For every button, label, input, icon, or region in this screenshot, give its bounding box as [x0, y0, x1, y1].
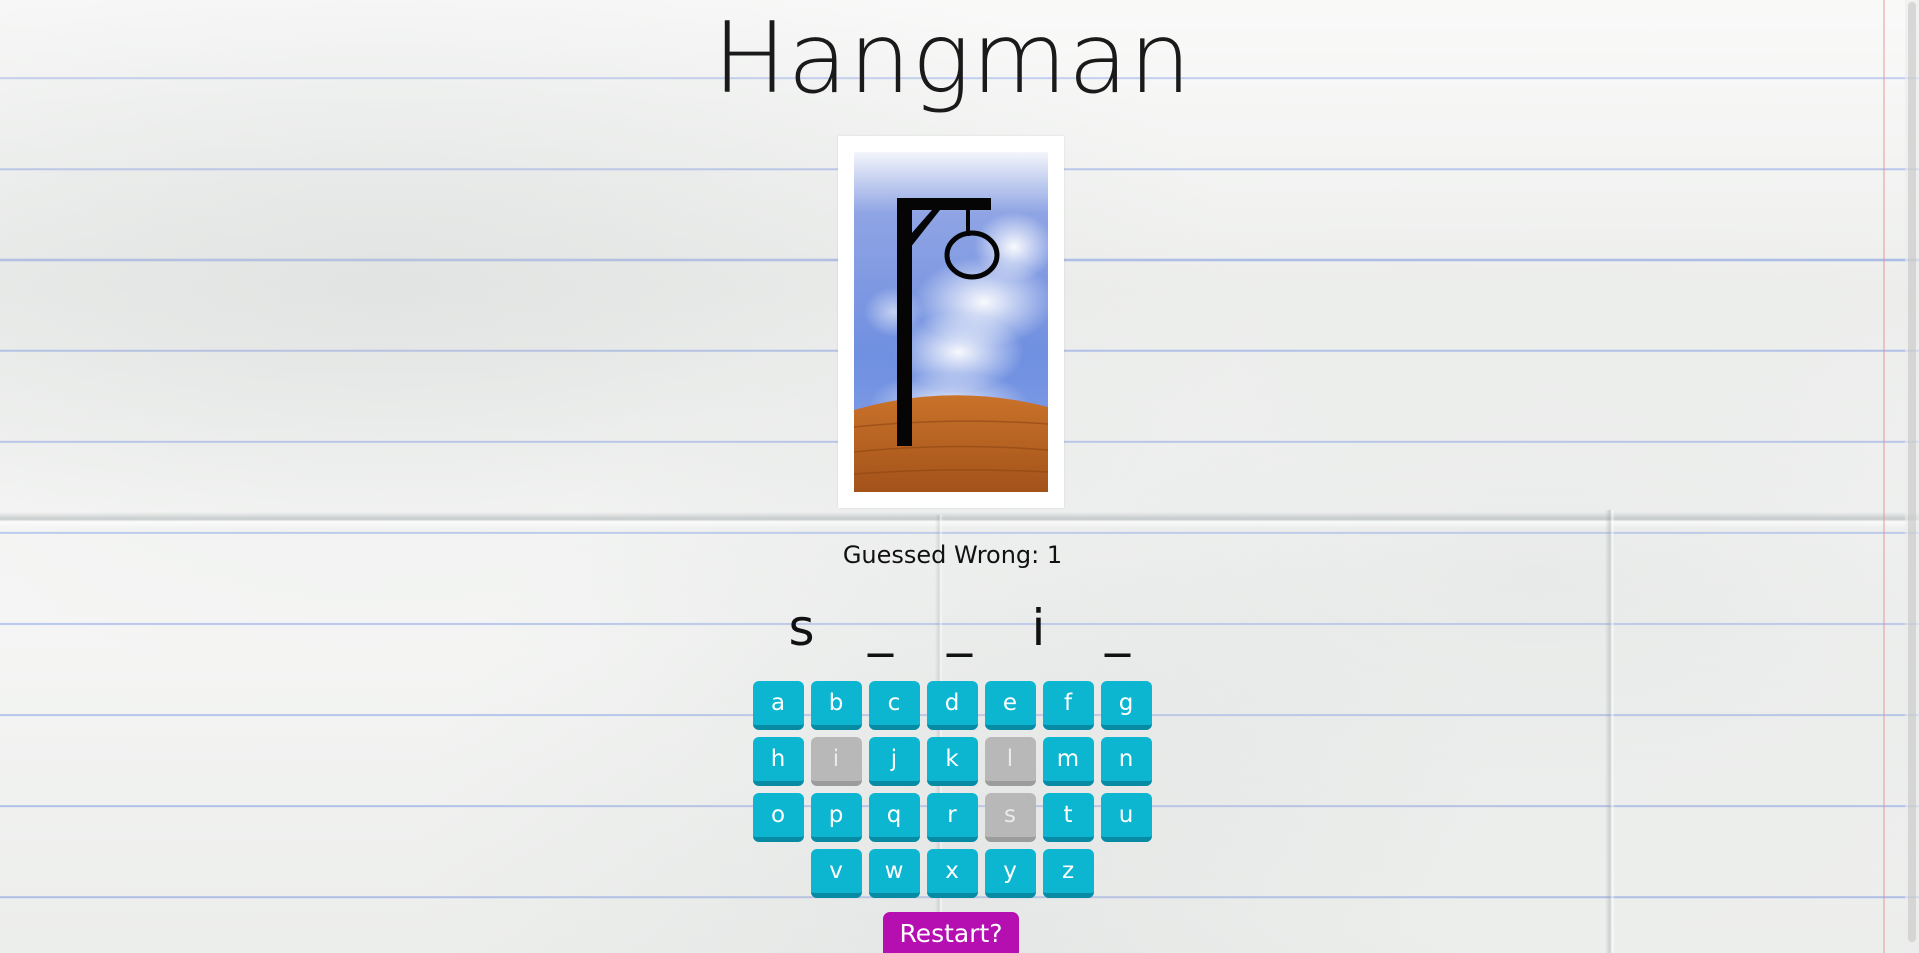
- wrong-guess-count: Guessed Wrong: 1: [842, 541, 1063, 569]
- letter-key-q[interactable]: q: [868, 793, 920, 842]
- keyboard-row: v w x y z: [752, 849, 1152, 898]
- scrollbar-thumb[interactable]: [1908, 2, 1916, 942]
- letter-key-r[interactable]: r: [926, 793, 978, 842]
- letter-key-i: i: [810, 737, 862, 786]
- gallows-image: [854, 152, 1048, 492]
- letter-key-l: l: [984, 737, 1036, 786]
- letter-key-u[interactable]: u: [1100, 793, 1152, 842]
- letter-keyboard: a b c d e f g h i j k l m n o p q r s t …: [752, 681, 1152, 905]
- letter-key-k[interactable]: k: [926, 737, 978, 786]
- word-letter-slot: _: [1105, 599, 1130, 657]
- page-scrollbar[interactable]: [1905, 0, 1919, 953]
- word-letter-slot: _: [868, 599, 893, 657]
- hangman-picture: [838, 136, 1064, 508]
- letter-key-d[interactable]: d: [926, 681, 978, 730]
- letter-key-c[interactable]: c: [868, 681, 920, 730]
- letter-key-f[interactable]: f: [1042, 681, 1094, 730]
- letter-key-y[interactable]: y: [984, 849, 1036, 898]
- letter-key-w[interactable]: w: [868, 849, 920, 898]
- letter-key-g[interactable]: g: [1100, 681, 1152, 730]
- letter-key-b[interactable]: b: [810, 681, 862, 730]
- letter-key-z[interactable]: z: [1042, 849, 1094, 898]
- letter-key-j[interactable]: j: [868, 737, 920, 786]
- letter-key-p[interactable]: p: [810, 793, 862, 842]
- letter-key-e[interactable]: e: [984, 681, 1036, 730]
- letter-key-h[interactable]: h: [752, 737, 804, 786]
- letter-key-x[interactable]: x: [926, 849, 978, 898]
- letter-key-a[interactable]: a: [752, 681, 804, 730]
- word-letter-slot: i: [1031, 599, 1046, 657]
- word-letter-slot: s: [788, 599, 815, 657]
- keyboard-row: h i j k l m n: [752, 737, 1152, 786]
- word-letter-slot: _: [947, 599, 972, 657]
- keyboard-row: o p q r s t u: [752, 793, 1152, 842]
- restart-button[interactable]: Restart?: [883, 912, 1019, 953]
- letter-key-n[interactable]: n: [1100, 737, 1152, 786]
- keyboard-row: a b c d e f g: [752, 681, 1152, 730]
- letter-key-m[interactable]: m: [1042, 737, 1094, 786]
- game-container: Hangman Guessed Wrong: 1 s _ _ i _ a b c…: [0, 0, 1905, 953]
- page-title: Hangman: [712, 2, 1193, 116]
- letter-key-t[interactable]: t: [1042, 793, 1094, 842]
- letter-key-s: s: [984, 793, 1036, 842]
- letter-key-o[interactable]: o: [752, 793, 804, 842]
- word-display: s _ _ i _: [762, 598, 1157, 658]
- letter-key-v[interactable]: v: [810, 849, 862, 898]
